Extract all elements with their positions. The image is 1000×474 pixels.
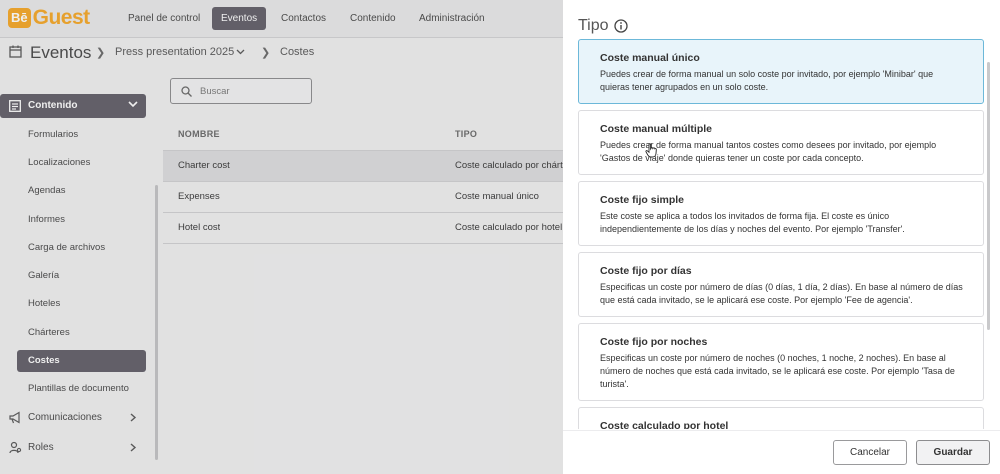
option-coste-manual-multiple[interactable]: Coste manual múltiple Puedes crear de fo… <box>578 110 984 175</box>
info-icon[interactable] <box>614 19 628 33</box>
option-description: Puedes crear de forma manual un solo cos… <box>600 69 934 92</box>
option-description: Especificas un coste por número de días … <box>600 282 963 305</box>
option-description: Este coste se aplica a todos los invitad… <box>600 211 905 234</box>
option-title: Coste manual único <box>600 52 700 64</box>
option-title: Coste fijo simple <box>600 194 685 206</box>
panel-scrollbar[interactable] <box>987 62 990 330</box>
option-coste-manual-unico[interactable]: Coste manual único Puedes crear de forma… <box>578 39 984 104</box>
option-title: Coste calculado por hotel <box>600 420 729 429</box>
option-coste-fijo-por-dias[interactable]: Coste fijo por días Especificas un coste… <box>578 252 984 317</box>
modal-backdrop[interactable] <box>0 0 563 474</box>
option-title: Coste fijo por días <box>600 265 692 277</box>
panel-title: Tipo <box>578 17 609 34</box>
option-coste-calculado-por-hotel[interactable]: Coste calculado por hotel <box>578 407 984 429</box>
option-coste-fijo-por-noches[interactable]: Coste fijo por noches Especificas un cos… <box>578 323 984 401</box>
option-title: Coste manual múltiple <box>600 123 713 135</box>
type-options-list: Coste manual único Puedes crear de forma… <box>578 39 985 429</box>
hand-pointer-icon <box>645 143 657 158</box>
option-title: Coste fijo por noches <box>600 336 708 348</box>
cancel-button[interactable]: Cancelar <box>833 440 907 465</box>
save-button[interactable]: Guardar <box>916 440 990 465</box>
option-description: Especificas un coste por número de noche… <box>600 353 955 389</box>
option-coste-fijo-simple[interactable]: Coste fijo simple Este coste se aplica a… <box>578 181 984 246</box>
